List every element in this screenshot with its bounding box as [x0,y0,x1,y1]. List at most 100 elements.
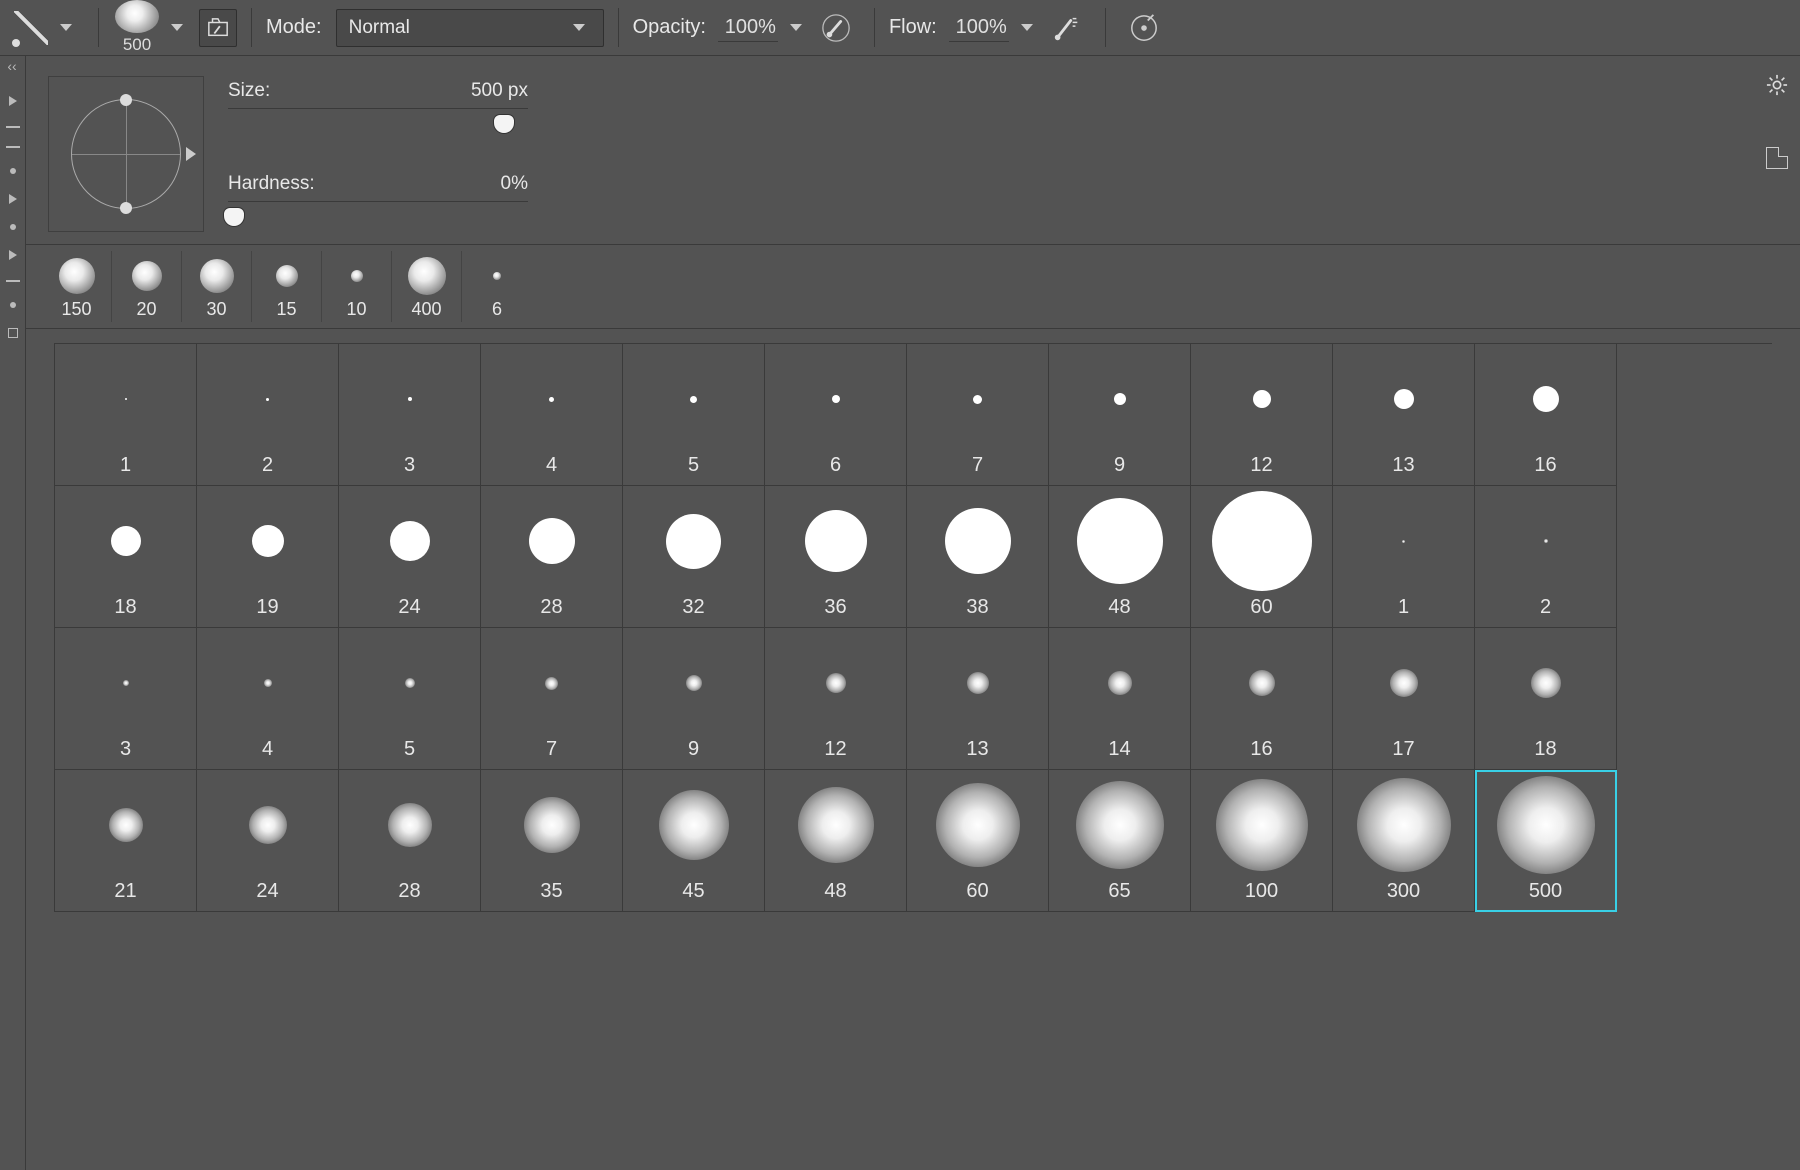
brush-preset[interactable]: 14 [1049,628,1191,770]
brush-preset[interactable]: 6 [765,344,907,486]
brush-preset[interactable]: 5 [623,344,765,486]
size-value[interactable]: 500 px [471,80,528,102]
tool-stub-icon[interactable] [8,328,18,338]
tool-stub-icon[interactable] [9,194,17,204]
brush-preset[interactable]: 300 [1333,770,1475,912]
brush-preset[interactable]: 3 [55,628,197,770]
brush-preset[interactable]: 4 [481,344,623,486]
slider-thumb[interactable] [224,208,244,226]
brush-preset[interactable]: 60 [907,770,1049,912]
brush-preset[interactable]: 4 [197,628,339,770]
hardness-slider[interactable]: Hardness: 0% [228,173,528,232]
brush-preset[interactable]: 18 [55,486,197,628]
brush-preset[interactable]: 18 [1475,628,1617,770]
tool-stub-icon[interactable] [10,168,16,174]
airbrush-button[interactable] [1049,10,1085,46]
brush-size-label: 4 [546,454,557,477]
hard-brush-icon [111,526,141,556]
brush-preset[interactable]: 65 [1049,770,1191,912]
tool-stub-icon[interactable] [6,146,20,148]
brush-preset[interactable]: 60 [1191,486,1333,628]
recent-brush[interactable]: 30 [182,251,252,322]
brush-size-label: 1 [120,454,131,477]
new-preset-button[interactable] [1766,147,1788,169]
panel-menu-button[interactable] [1766,74,1788,101]
brush-preset[interactable]: 16 [1475,344,1617,486]
brush-preset[interactable]: 13 [907,628,1049,770]
brush-preset[interactable]: 21 [55,770,197,912]
brush-preset[interactable]: 9 [1049,344,1191,486]
recent-brush[interactable]: 10 [322,251,392,322]
brush-preset[interactable]: 19 [197,486,339,628]
recent-brush[interactable]: 400 [392,251,462,322]
brush-size-label: 18 [114,596,136,619]
brush-preset[interactable]: 2 [1475,486,1617,628]
brush-panel-toggle-button[interactable] [199,9,237,47]
brush-preset[interactable]: 7 [907,344,1049,486]
tool-stub-icon[interactable] [9,96,17,106]
brush-preset[interactable]: 7 [481,628,623,770]
blend-mode-select[interactable]: Normal [336,9,604,47]
brush-preset[interactable]: 12 [1191,344,1333,486]
tool-stub-icon[interactable] [10,302,16,308]
separator [1105,8,1106,47]
tool-stub-icon[interactable] [6,126,20,128]
brush-angle-control[interactable] [48,76,204,232]
recent-brush[interactable]: 6 [462,251,532,322]
brush-preset[interactable]: 17 [1333,628,1475,770]
brush-thumb-icon [132,261,162,291]
brush-preset[interactable]: 1 [55,344,197,486]
slider-thumb[interactable] [494,115,514,133]
folder-brush-icon [207,17,229,39]
brush-preset[interactable]: 45 [623,770,765,912]
brush-preset[interactable]: 48 [1049,486,1191,628]
brush-size-label: 300 [1387,880,1420,903]
brush-preset[interactable]: 48 [765,770,907,912]
chevron-down-icon[interactable] [171,24,183,31]
brush-preset[interactable]: 38 [907,486,1049,628]
brush-preset[interactable]: 36 [765,486,907,628]
brush-size-label: 18 [1534,738,1556,761]
chevron-down-icon[interactable] [790,24,802,31]
tool-icon-slot [8,0,84,55]
brush-preset[interactable]: 24 [197,770,339,912]
brush-preset[interactable]: 5 [339,628,481,770]
hard-brush-icon [805,510,867,572]
brush-preset[interactable]: 2 [197,344,339,486]
brush-size-label: 7 [972,454,983,477]
brush-size-label: 2 [262,454,273,477]
pressure-opacity-button[interactable] [818,10,854,46]
brush-preset[interactable]: 500 [1475,770,1617,912]
brush-preset[interactable]: 3 [339,344,481,486]
tool-stub-icon[interactable] [6,280,20,282]
size-slider[interactable]: Size: 500 px [228,80,528,139]
collapse-icon[interactable]: ‹‹ [0,56,24,76]
brush-preset[interactable]: 32 [623,486,765,628]
hardness-track[interactable] [228,210,528,232]
hardness-value[interactable]: 0% [501,173,528,195]
recent-brush[interactable]: 150 [42,251,112,322]
tool-stub-icon[interactable] [9,250,17,260]
brush-preset[interactable]: 1 [1333,486,1475,628]
opacity-value[interactable]: 100% [718,14,778,42]
brush-preset[interactable]: 24 [339,486,481,628]
brush-preset[interactable]: 9 [623,628,765,770]
chevron-down-icon[interactable] [60,24,72,31]
brush-preset[interactable]: 16 [1191,628,1333,770]
size-track[interactable] [228,117,528,139]
target-pen-icon [1129,13,1159,43]
tool-stub-icon[interactable] [10,224,16,230]
brush-preset[interactable]: 100 [1191,770,1333,912]
pressure-size-button[interactable] [1126,10,1162,46]
recent-brush[interactable]: 15 [252,251,322,322]
brush-preset[interactable]: 13 [1333,344,1475,486]
flow-value[interactable]: 100% [949,14,1009,42]
brush-preset[interactable]: 35 [481,770,623,912]
brush-preset[interactable]: 28 [481,486,623,628]
brush-preset[interactable]: 28 [339,770,481,912]
brush-preview-slot[interactable]: 500 [113,0,161,55]
chevron-down-icon[interactable] [1021,24,1033,31]
brush-preset[interactable]: 12 [765,628,907,770]
recent-brush[interactable]: 20 [112,251,182,322]
brush-size-label: 1 [1398,596,1409,619]
